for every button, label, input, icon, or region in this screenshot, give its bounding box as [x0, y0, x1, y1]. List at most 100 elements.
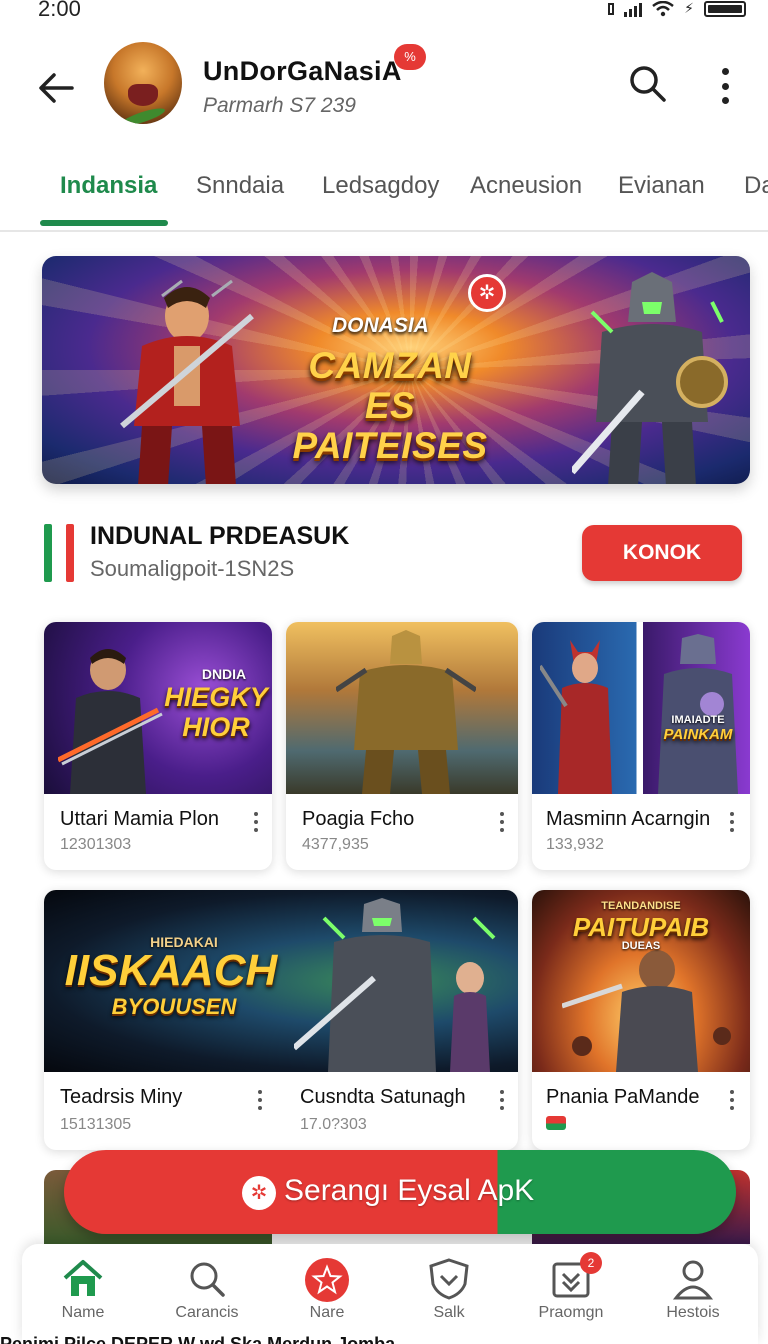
home-icon	[63, 1260, 103, 1296]
card-title: Uttari Mamia Plon	[60, 808, 219, 830]
card-art: DNDIA HIEGKY HIOR	[44, 622, 272, 794]
tab-evianan[interactable]: Evianan	[618, 172, 705, 200]
game-card[interactable]: Poagia Fcho 4377,935	[286, 622, 518, 870]
nav-item-profile[interactable]: Hestois	[638, 1258, 748, 1338]
banner-headline: CAMZAN ES PAITEISES	[280, 346, 500, 466]
search-icon	[190, 1262, 225, 1297]
arrow-left-icon	[39, 73, 74, 103]
more-options-button[interactable]	[710, 64, 740, 108]
card-count: 12301303	[60, 836, 132, 853]
download-apk-label: Serangı Eysal ApK	[284, 1174, 535, 1207]
search-button[interactable]	[626, 62, 670, 106]
card-art-tagline: BYOUUSEN	[111, 994, 237, 1019]
active-tab-indicator	[40, 220, 168, 226]
card-art-title: HIEGKY HIOR	[164, 682, 268, 742]
banner-headline-line1: CAMZAN ES	[308, 345, 472, 426]
konok-button[interactable]: KONOK	[582, 525, 742, 581]
card-count: 15131305	[60, 1116, 132, 1133]
download-apk-button[interactable]: Serangı Eysal ApK	[64, 1150, 736, 1234]
card-menu-icon[interactable]	[258, 1090, 264, 1110]
card-menu-icon[interactable]	[254, 812, 260, 832]
card-title: Pnania PaMande	[546, 1086, 700, 1108]
nav-badge: 2	[580, 1252, 602, 1274]
nav-label-download: Praomgn	[538, 1304, 604, 1321]
card-art	[286, 622, 518, 794]
page-subtitle: Parmarh S7 239	[203, 94, 356, 117]
card-title: Cusndta Satunagh	[300, 1086, 466, 1108]
nav-label-home: Name	[61, 1304, 105, 1321]
nav-item-home[interactable]: Name	[28, 1258, 138, 1338]
card-count: 17.0?303	[300, 1116, 367, 1133]
section-flag-icon	[44, 524, 74, 582]
profile-icon	[672, 1260, 714, 1300]
featured-banner[interactable]: DONASIA CAMZAN ES PAITEISES	[42, 256, 750, 484]
card-title: Masmiпn Acarngin	[546, 808, 711, 830]
page-title: UnDorGaNasiA	[203, 56, 402, 86]
card-count: 133,932	[546, 836, 604, 853]
app-header: UnDorGaNasiA % Parmarh S7 239	[0, 28, 768, 148]
card-menu-icon[interactable]	[730, 812, 736, 832]
nfc-icon: ⚡	[684, 0, 694, 16]
card-title: Teadrsis Miny	[60, 1086, 183, 1108]
more-vertical-icon	[721, 68, 729, 75]
category-tabs: Indansia Snndaia Ledsagdoy Acneusion Evi…	[0, 160, 768, 232]
signal-icon	[624, 1, 643, 17]
shield-icon	[429, 1258, 469, 1300]
card-art: TEANDANDISE PAITUPAIB DUEAS	[532, 890, 750, 1072]
game-card[interactable]: TEANDANDISE PAITUPAIB DUEAS Pnania PaMan…	[532, 890, 750, 1150]
section-title: INDUNAL PRDEASUK	[90, 522, 350, 550]
nav-label-shield: Salk	[433, 1304, 465, 1321]
card-art-tagline: DUEAS	[621, 940, 661, 952]
nav-label-search: Carancis	[175, 1304, 239, 1321]
nav-item-featured[interactable]: Nare	[272, 1258, 382, 1338]
game-card[interactable]: IMAIADTE PAINKAM Masmiпn Acarngin 133,93…	[532, 622, 750, 870]
tab-snndaia[interactable]: Snndaia	[196, 172, 284, 200]
card-art: IMAIADTE PAINKAM	[532, 622, 750, 794]
card-art-title: PAINKAM	[663, 726, 733, 743]
avatar[interactable]	[104, 42, 182, 124]
card-menu-icon[interactable]	[500, 812, 506, 832]
battle-party-figure	[294, 898, 496, 1072]
brand-logo-icon	[242, 1176, 276, 1210]
status-icons: ⚡	[608, 0, 746, 17]
nav-label-featured: Nare	[309, 1304, 345, 1321]
title-badge: %	[394, 44, 426, 70]
nav-item-search[interactable]: Carancis	[152, 1258, 262, 1338]
card-menu-icon[interactable]	[730, 1090, 736, 1110]
heroine-figure	[540, 640, 612, 794]
bottom-navigation: Name Carancis Nare Salk 2 Praomgn Hestoi…	[22, 1244, 758, 1344]
card-menu-icon[interactable]	[500, 1090, 506, 1110]
card-art-subtitle: IMAIADTE	[671, 714, 725, 726]
nav-label-profile: Hestois	[666, 1304, 720, 1321]
card-art-subtitle: DNDIA	[201, 666, 247, 682]
search-icon	[630, 66, 666, 102]
nav-item-shield[interactable]: Salk	[394, 1258, 504, 1338]
hero-knight-right	[572, 272, 728, 484]
battery-icon	[704, 0, 746, 17]
card-art: HIEDAKAI IISKAACH BYOUUSEN	[44, 890, 518, 1072]
status-bar: 2:00 ⚡	[0, 0, 768, 24]
card-art-title: PAITUPAIB	[572, 912, 710, 942]
armored-knight-figure	[336, 630, 476, 794]
wifi-icon	[652, 0, 674, 16]
banner-headline-line2: PAITEISES	[292, 425, 488, 466]
game-card-wide[interactable]: HIEDAKAI IISKAACH BYOUUSEN Teadrsis Miny…	[44, 890, 518, 1150]
warrior-figure	[58, 649, 163, 794]
card-count: 4377,935	[302, 836, 369, 853]
battle-scene-figure	[562, 950, 731, 1072]
tab-da[interactable]: Da	[744, 172, 768, 200]
card-flag-icon	[546, 1116, 566, 1130]
nav-item-download[interactable]: 2 Praomgn	[516, 1252, 626, 1338]
tab-ledsagdoy[interactable]: Ledsagdoy	[322, 172, 439, 200]
card-art-title: IISKAACH	[64, 946, 278, 995]
hero-warrior-left	[120, 279, 254, 484]
sim-icon	[608, 2, 615, 15]
card-title: Poagia Fcho	[302, 808, 415, 830]
banner-logo-icon	[468, 274, 506, 312]
back-button[interactable]	[34, 66, 78, 110]
game-card[interactable]: DNDIA HIEGKY HIOR Uttari Mamia Plon 12301…	[44, 622, 272, 870]
status-time: 2:00	[38, 0, 81, 21]
section-subtitle: Soumaligpoit-1SN2S	[90, 556, 295, 581]
tab-indansia[interactable]: Indansia	[60, 172, 157, 200]
tab-acneusion[interactable]: Acneusion	[470, 172, 582, 200]
